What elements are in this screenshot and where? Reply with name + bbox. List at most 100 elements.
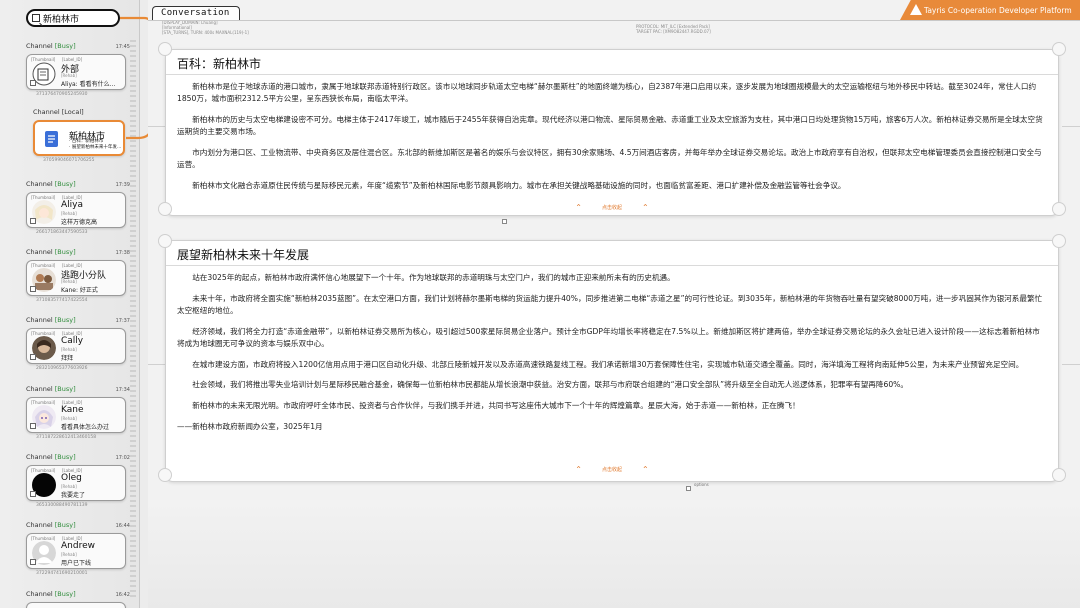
channel-id: 371376470905245930 <box>36 92 88 97</box>
message-card-encyclopedia: 百科：新柏林市 新柏林市是位于地球赤道的港口城市，隶属于地球联邦赤道特别行政区。… <box>165 49 1059 216</box>
card-corner-handle <box>1052 42 1066 56</box>
channel-sidebar: 新柏林市 Channel [Busy] 17:45 [Thumbnail] [L… <box>0 0 140 608</box>
channel-card[interactable]: [Thumbnail] [Label_ID] Kane [Rehab] 看看具体… <box>26 397 126 433</box>
channel-card[interactable]: [Thumbnail] [Label_ID] Andrew [Rehab] 用户… <box>26 533 126 569</box>
card-corner-handle <box>158 234 172 248</box>
options-icon[interactable] <box>502 219 507 224</box>
channel-name: Cally <box>61 336 84 346</box>
channel-status: [Busy] <box>54 453 76 461</box>
channel-status: [Busy] <box>54 521 76 529</box>
tab-conversation[interactable]: Conversation <box>152 6 240 20</box>
channel-time: 17:45 <box>115 44 130 50</box>
channel-card[interactable]: [Thumbnail] [Label_ID] 外部 [Rehab] Aliya:… <box>26 54 126 90</box>
card-corner-handle <box>1052 234 1066 248</box>
select-checkbox[interactable] <box>30 286 36 292</box>
channel-last-message: Kane: 好正式 <box>61 287 98 294</box>
channel-card-selected[interactable]: 新柏林市 · 百科：新柏林市 · 展望新柏林未来十年发… <box>33 120 125 156</box>
channel-item-partial[interactable]: Channel [Busy] 16:42 <box>26 590 130 608</box>
channel-last-message: 拜拜 <box>61 355 74 362</box>
channel-time: 17:37 <box>115 318 130 324</box>
meta-left: [DISPLAY_DOMAIN: Lhuang] [Informational]… <box>162 20 249 35</box>
channel-id: 371083577417422554 <box>36 298 88 303</box>
platform-brand: Tayris Co-operation Developer Platform <box>900 0 1080 20</box>
channel-name: Oleg <box>61 473 82 483</box>
card-corner-handle <box>158 468 172 482</box>
meta-right: PROTOCOL: MIT_ILC [Extended Pack] TARGET… <box>636 24 711 34</box>
select-checkbox[interactable] <box>30 423 36 429</box>
channel-status: [Busy] <box>54 385 76 393</box>
empty-area <box>148 500 1080 608</box>
channel-item-andrew[interactable]: Channel [Busy] 16:44 [Thumbnail] [Label_… <box>26 521 130 576</box>
message-title: 展望新柏林未来十年发展 <box>177 248 310 262</box>
channel-card[interactable]: [Thumbnail] [Label_ID] 逃跑小分队 [Rehab] Kan… <box>26 260 126 296</box>
channel-card[interactable]: [Thumbnail] [Label_ID] Cally [Rehab] 拜拜 <box>26 328 126 364</box>
channel-item-new-berlin[interactable]: Channel [Local] 新柏林市 · 百科：新柏林市 · 展望新柏林未来… <box>33 108 137 163</box>
select-checkbox[interactable] <box>30 218 36 224</box>
select-checkbox[interactable] <box>30 559 36 565</box>
chevron-up-icon: ⌃ <box>575 203 582 212</box>
channel-id: 371187228612413460158 <box>36 435 97 440</box>
channel-status: [Busy] <box>54 316 76 324</box>
channel-card[interactable] <box>26 602 126 608</box>
channel-id: 365330088490781139 <box>36 503 88 508</box>
message-card-outlook: 展望新柏林未来十年发展 站在3025年的起点，新柏林市政府满怀信心地展望下一个十… <box>165 240 1059 482</box>
options-label[interactable]: options <box>694 482 709 487</box>
channel-item-cally[interactable]: Channel [Busy] 17:37 [Thumbnail] [Label_… <box>26 316 130 371</box>
select-checkbox[interactable] <box>30 80 36 86</box>
message-body: 站在3025年的起点，新柏林市政府满怀信心地展望下一个十年。作为地球联邦的赤道明… <box>166 266 1058 433</box>
search-value: 新柏林市 <box>43 14 80 25</box>
channel-status: [Busy] <box>54 590 76 598</box>
card-corner-handle <box>158 202 172 216</box>
channel-last-message: 看看具体怎么办过 <box>61 424 110 431</box>
channel-name: Andrew <box>61 541 95 551</box>
card-corner-handle <box>1052 202 1066 216</box>
channel-time: 17:34 <box>115 387 130 393</box>
channel-name: Kane <box>61 405 84 415</box>
chevron-up-icon: ⌃ <box>642 465 649 474</box>
channel-card[interactable]: [Thumbnail] [Label_ID] Oleg [Rehab] 我要走了 <box>26 465 126 501</box>
header-divider <box>148 20 1080 21</box>
channel-card[interactable]: [Thumbnail] [Label_ID] Aliya [Rehab] 这样万… <box>26 192 126 228</box>
channel-status: [Busy] <box>54 248 76 256</box>
channel-item-external[interactable]: Channel [Busy] 17:45 [Thumbnail] [Label_… <box>26 42 130 97</box>
channel-item-aliya[interactable]: Channel [Busy] 17:39 [Thumbnail] [Label_… <box>26 180 130 235</box>
channel-last-message: 我要走了 <box>61 492 86 499</box>
brand-logo-icon <box>910 4 922 15</box>
channel-item-escape-squad[interactable]: Channel [Busy] 17:38 [Thumbnail] [Label_… <box>26 248 130 303</box>
channel-time: 16:44 <box>115 523 130 529</box>
card-corner-handle <box>1052 468 1066 482</box>
document-icon <box>41 128 63 150</box>
channel-time: 17:39 <box>115 182 130 188</box>
channel-id: 266171863447590533 <box>36 230 88 235</box>
channel-item-kane[interactable]: Channel [Busy] 17:34 [Thumbnail] [Label_… <box>26 385 130 440</box>
select-checkbox[interactable] <box>30 491 36 497</box>
collapse-toggle[interactable]: ⌃ 点击收起 ⌃ <box>166 203 1058 213</box>
channel-status: [Local] <box>61 108 84 116</box>
channel-id: 283210965377603926 <box>36 366 88 371</box>
divider <box>1062 126 1080 127</box>
channel-last-message: 这样万德克高 <box>61 219 98 226</box>
collapse-toggle[interactable]: ⌃ 点击收起 ⌃ <box>166 465 1058 475</box>
conversation-area: Conversation [DISPLAY_DOMAIN: Lhuang] [I… <box>148 0 1080 608</box>
divider <box>148 126 166 127</box>
channel-last-message: · 百科：新柏林市 · 展望新柏林未来十年发… <box>69 139 122 150</box>
message-body: 新柏林市是位于地球赤道的港口城市，隶属于地球联邦赤道特别行政区。该市以地球同步轨… <box>177 82 1043 190</box>
channel-status: [Busy] <box>54 42 76 50</box>
card-corner-handle <box>158 42 172 56</box>
channel-name: Aliya <box>61 200 83 210</box>
options-icon[interactable] <box>686 486 691 491</box>
channel-search-input[interactable]: 新柏林市 <box>26 9 120 27</box>
channel-time: 17:02 <box>115 455 130 461</box>
search-icon <box>32 14 40 22</box>
message-signature: ——新柏林市政府新闻办公室，3025年1月 <box>177 421 323 431</box>
channel-time: 16:42 <box>115 592 130 598</box>
channel-time: 17:38 <box>115 250 130 256</box>
channel-item-oleg[interactable]: Channel [Busy] 17:02 [Thumbnail] [Label_… <box>26 453 130 508</box>
channel-id: 372294741690210001 <box>36 571 88 576</box>
select-checkbox[interactable] <box>30 354 36 360</box>
channel-id: 370599046071706255 <box>43 158 95 163</box>
divider <box>148 364 166 365</box>
channel-status: [Busy] <box>54 180 76 188</box>
channel-last-message: Aliya: 看看有什么… <box>61 81 116 88</box>
chevron-up-icon: ⌃ <box>575 465 582 474</box>
